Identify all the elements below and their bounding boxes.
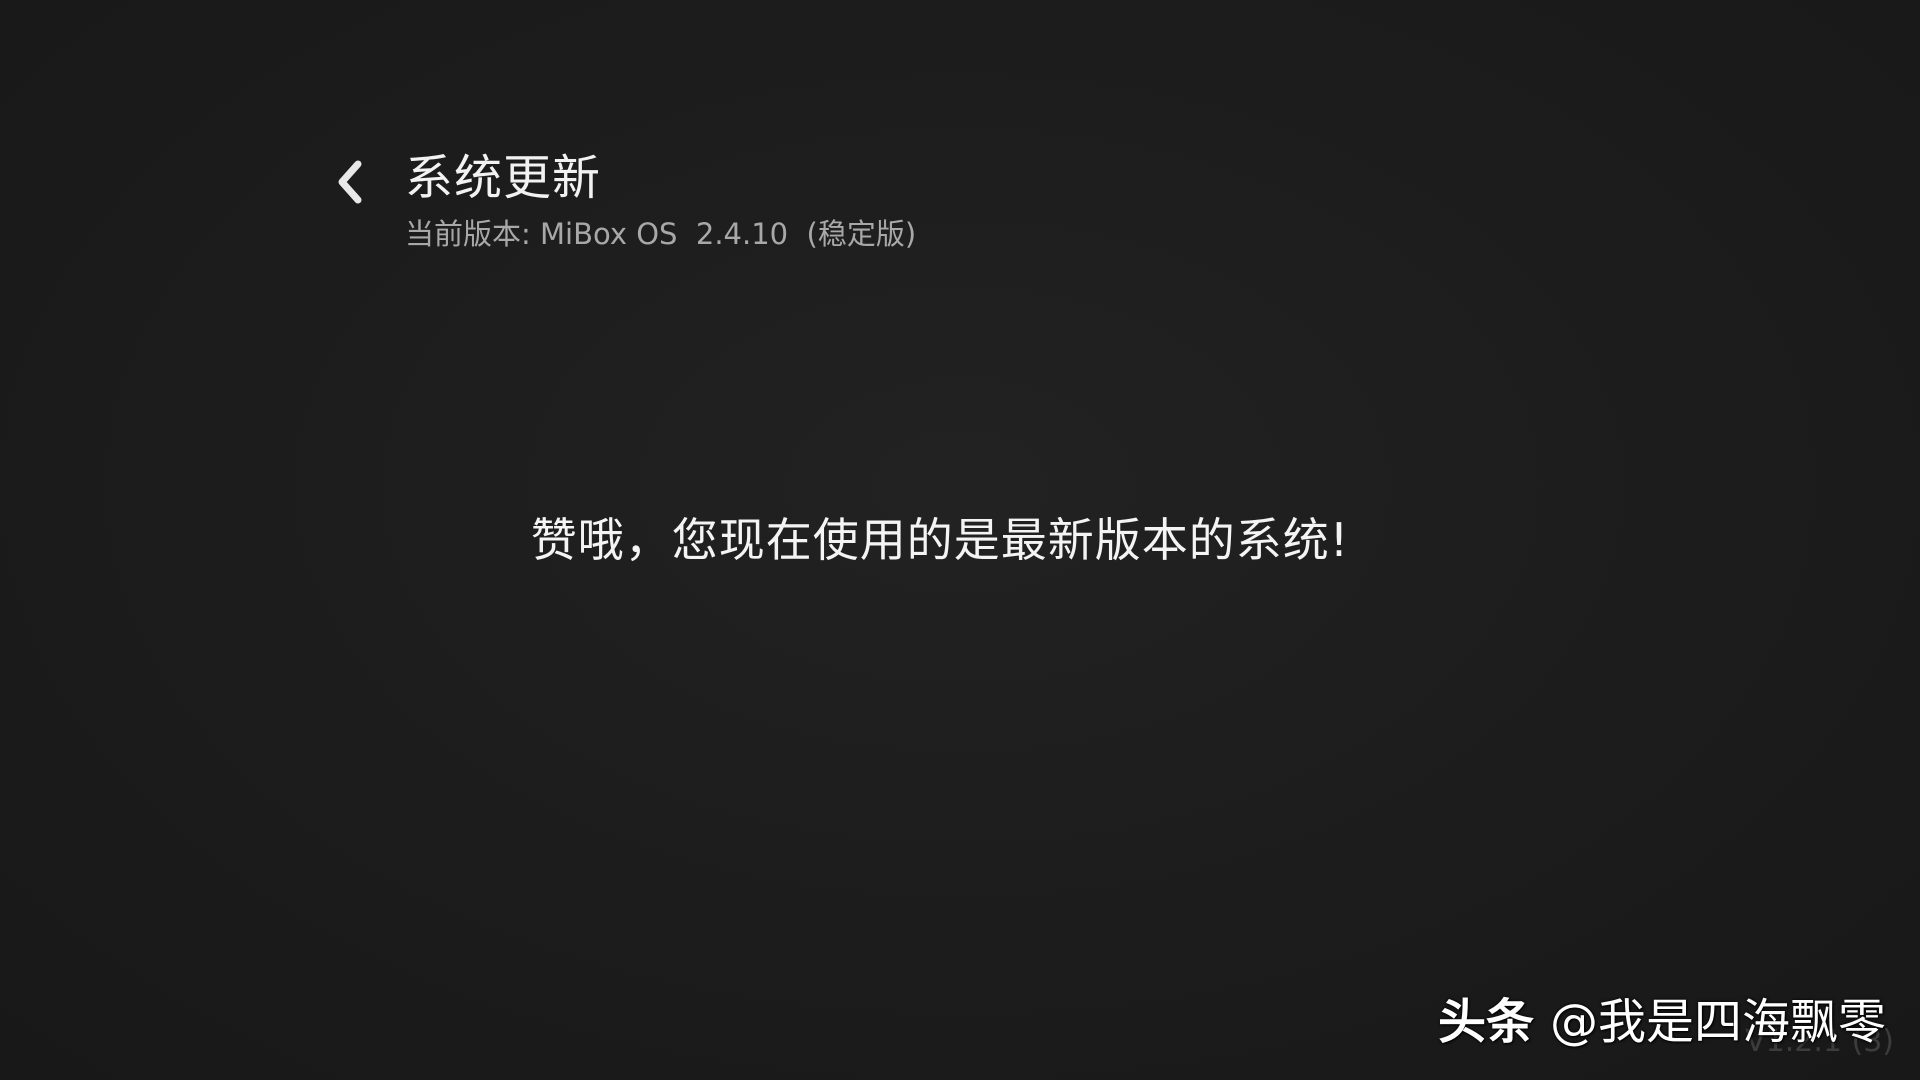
chevron-left-icon [332,154,372,210]
watermark-brand: 头条 [1437,994,1534,1050]
update-status-message: 赞哦，您现在使用的是最新版本的系统! [530,513,1350,567]
current-version-text: 当前版本: MiBox OS 2.4.10 (稳定版) [405,217,917,251]
system-update-screen: 系统更新 当前版本: MiBox OS 2.4.10 (稳定版) 赞哦，您现在使… [0,0,1920,1080]
back-button[interactable] [332,154,372,210]
watermark-handle: @我是四海飘零 [1549,994,1886,1050]
page-header: 系统更新 当前版本: MiBox OS 2.4.10 (稳定版) [332,146,1132,256]
page-title: 系统更新 [405,150,602,206]
watermark: 头条 @我是四海飘零 [1438,992,1886,1052]
